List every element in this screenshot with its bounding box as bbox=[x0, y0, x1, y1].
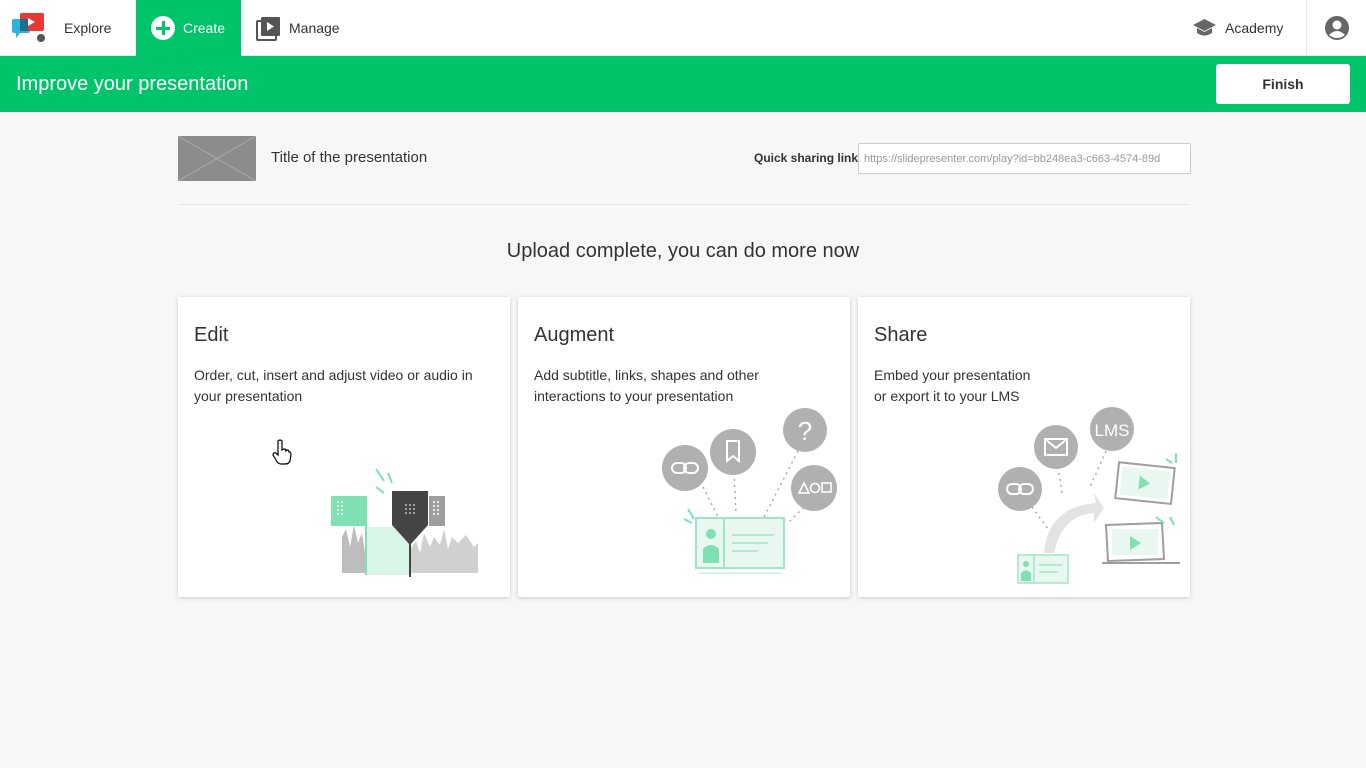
hand-cursor-icon bbox=[272, 439, 292, 465]
shapes-icon bbox=[791, 465, 837, 511]
edit-card[interactable]: Edit Order, cut, insert and adjust video… bbox=[178, 297, 510, 597]
share-illustration: LMS bbox=[998, 407, 1180, 584]
nav-explore-label: Explore bbox=[64, 20, 112, 36]
nav-academy[interactable]: Academy bbox=[1192, 0, 1283, 56]
nav-academy-label: Academy bbox=[1225, 20, 1284, 36]
top-navigation: Explore Create Manage Academy bbox=[0, 0, 1366, 56]
svg-text:?: ? bbox=[798, 416, 812, 446]
question-icon: ? bbox=[783, 408, 827, 452]
app-logo-icon[interactable] bbox=[12, 13, 48, 43]
edit-illustration bbox=[331, 468, 478, 577]
upload-complete-message: Upload complete, you can do more now bbox=[506, 240, 860, 262]
finish-button[interactable]: Finish bbox=[1216, 64, 1350, 104]
page-title: Improve your presentation bbox=[16, 73, 249, 95]
link-icon bbox=[662, 445, 708, 491]
nav-create[interactable]: Create bbox=[136, 0, 241, 56]
page-banner: Improve your presentation Finish bbox=[0, 56, 1366, 112]
play-icon bbox=[1102, 521, 1180, 564]
nav-explore[interactable]: Explore bbox=[64, 0, 111, 56]
nav-create-label: Create bbox=[183, 20, 226, 36]
augment-illustration: ? bbox=[662, 408, 837, 574]
mail-icon bbox=[1034, 425, 1078, 469]
account-icon[interactable] bbox=[1324, 15, 1350, 41]
share-card[interactable]: Share Embed your presentation or export … bbox=[858, 297, 1190, 597]
augment-card[interactable]: Augment Add subtitle, links, shapes and … bbox=[518, 297, 850, 597]
share-link-label: Quick sharing link bbox=[754, 151, 859, 165]
plus-icon bbox=[151, 16, 175, 40]
graduation-cap-icon bbox=[1193, 19, 1216, 36]
presentation-thumbnail bbox=[178, 136, 256, 181]
divider bbox=[178, 204, 1190, 205]
link-icon bbox=[998, 467, 1042, 511]
nav-manage[interactable]: Manage bbox=[256, 0, 340, 56]
lms-badge: LMS bbox=[1095, 421, 1130, 440]
nav-divider bbox=[1306, 0, 1307, 56]
share-link-input[interactable] bbox=[858, 143, 1191, 174]
bookmark-icon bbox=[710, 429, 756, 475]
nav-manage-label: Manage bbox=[289, 20, 340, 36]
presentation-title: Title of the presentation bbox=[271, 149, 428, 166]
video-library-icon bbox=[256, 16, 280, 41]
